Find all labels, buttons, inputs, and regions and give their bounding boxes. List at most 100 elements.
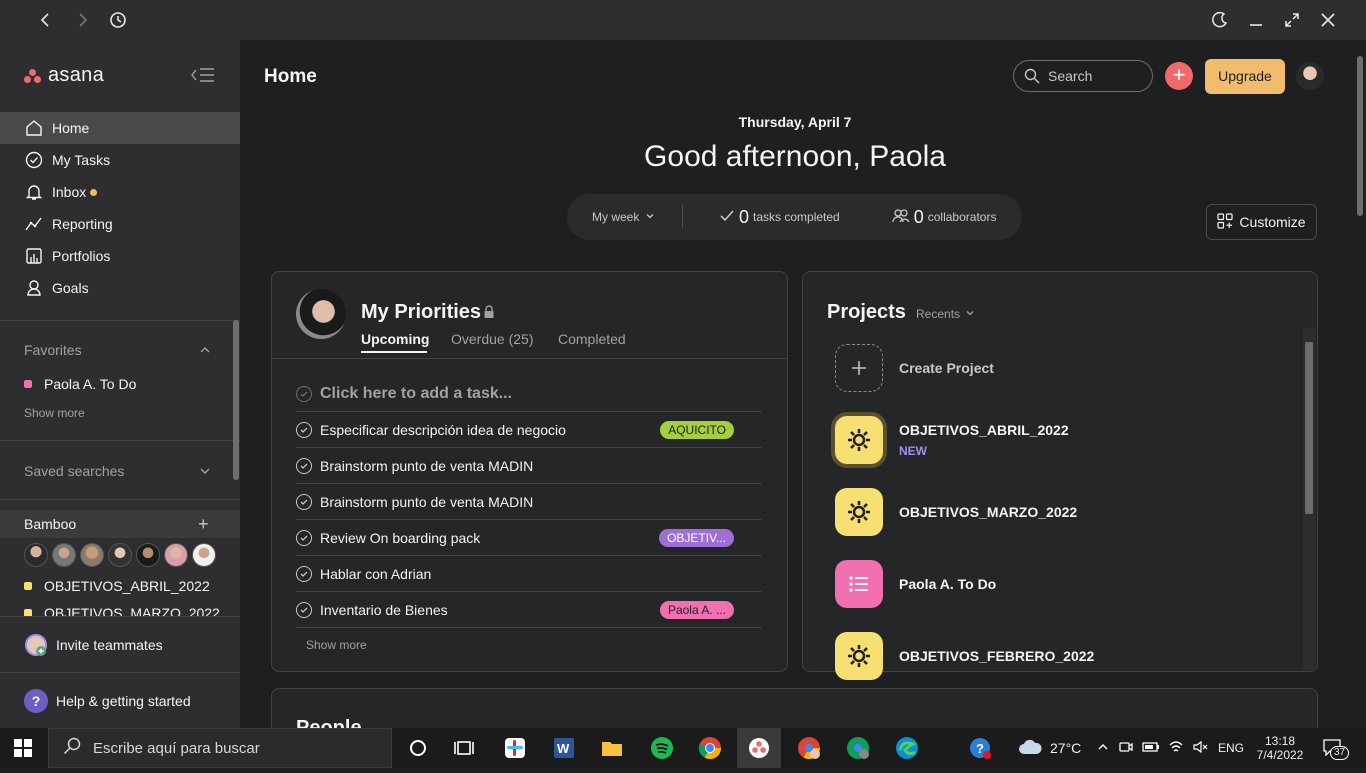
search-input[interactable]: Search (1013, 60, 1153, 92)
back-icon[interactable] (36, 10, 56, 30)
add-task-row[interactable]: Click here to add a task... (296, 376, 762, 412)
search-icon (1024, 68, 1040, 84)
nav-item-home[interactable]: Home (0, 112, 240, 144)
customize-button[interactable]: Customize (1206, 204, 1317, 240)
tab-upcoming[interactable]: Upcoming (361, 331, 429, 347)
tab-overdue[interactable]: Overdue (25) (451, 331, 533, 347)
logo-text: asana (48, 64, 104, 86)
spotify-icon[interactable] (650, 736, 674, 760)
collapse-sidebar-icon[interactable] (190, 66, 216, 84)
project-item[interactable]: OBJETIVOS_ABRIL_2022 NEW (835, 416, 1069, 464)
team-header[interactable]: Bamboo + (0, 510, 240, 538)
word-icon[interactable]: W (552, 736, 576, 760)
check-circle-icon[interactable] (296, 421, 312, 438)
help-tips-icon[interactable]: ? (968, 736, 992, 760)
avatar[interactable] (108, 543, 132, 567)
maximize-icon[interactable] (1282, 10, 1302, 30)
meet-now-icon[interactable] (1118, 739, 1134, 758)
scrollbar-thumb[interactable] (1357, 56, 1363, 216)
focus-mode-icon[interactable] (1210, 10, 1230, 30)
chrome-profile-icon[interactable] (846, 736, 870, 760)
language-indicator[interactable]: ENG (1218, 728, 1244, 768)
projects-scrollbar[interactable] (1303, 328, 1315, 670)
avatar[interactable] (192, 543, 216, 567)
chevron-up-icon[interactable] (198, 343, 212, 357)
project-item[interactable]: OBJETIVOS_FEBRERO_2022 (835, 632, 1094, 680)
cortana-icon[interactable] (406, 736, 430, 760)
nav-item-reporting[interactable]: Reporting (0, 208, 240, 240)
task-row[interactable]: Brainstorm punto de venta MADIN (296, 448, 762, 484)
edge-icon[interactable] (895, 736, 919, 760)
minimize-icon[interactable] (1246, 10, 1266, 30)
project-tag[interactable]: OBJETIV... (659, 529, 734, 547)
task-row[interactable]: Hablar con Adrian (296, 556, 762, 592)
nav-item-portfolios[interactable]: Portfolios (0, 240, 240, 272)
project-name: OBJETIVOS_ABRIL_2022 (899, 422, 1069, 438)
asana-taskbar-icon[interactable] (737, 728, 781, 768)
scrollbar-thumb[interactable] (1305, 342, 1313, 514)
asana-logo[interactable]: asana (24, 64, 104, 87)
chrome-profile-icon[interactable] (797, 736, 821, 760)
check-circle-icon[interactable] (296, 529, 312, 546)
task-row[interactable]: Especificar descripción idea de negocio … (296, 412, 762, 448)
nav-item-inbox[interactable]: Inbox (0, 176, 240, 208)
project-tag[interactable]: AQUICITO (660, 421, 734, 439)
upgrade-button[interactable]: Upgrade (1205, 59, 1285, 94)
task-row[interactable]: Brainstorm punto de venta MADIN (296, 484, 762, 520)
network-icon[interactable] (1168, 739, 1184, 758)
check-circle-icon[interactable] (296, 493, 312, 510)
nav-item-goals[interactable]: Goals (0, 272, 240, 304)
chevron-up-icon[interactable] (1096, 740, 1110, 757)
volume-muted-icon[interactable] (1192, 739, 1208, 758)
favorites-title[interactable]: Favorites (24, 342, 82, 358)
add-icon[interactable]: + (198, 514, 209, 535)
history-icon[interactable] (108, 10, 128, 30)
slack-icon[interactable] (503, 736, 527, 760)
check-circle-icon[interactable] (296, 457, 312, 474)
period-dropdown[interactable]: My week (567, 210, 682, 224)
avatar[interactable] (24, 543, 48, 567)
project-tag[interactable]: Paola A. ... (659, 601, 734, 619)
chevron-down-icon[interactable] (198, 464, 212, 478)
favorite-item[interactable]: Paola A. To Do (24, 376, 136, 392)
notifications-button[interactable]: 37 (1322, 728, 1350, 768)
collaborators-stat: 0 collaborators (892, 207, 996, 228)
forward-icon[interactable] (72, 10, 92, 30)
avatar[interactable] (80, 543, 104, 567)
tab-completed[interactable]: Completed (558, 331, 626, 347)
task-row[interactable]: Inventario de Bienes Paola A. ... (296, 592, 762, 628)
battery-icon[interactable] (1142, 740, 1160, 757)
page-title: Home (264, 66, 317, 87)
invite-teammates-button[interactable]: Invite teammates (0, 616, 240, 672)
project-item[interactable]: Paola A. To Do (835, 560, 996, 608)
help-button[interactable]: ? Help & getting started (0, 672, 240, 728)
file-explorer-icon[interactable] (600, 736, 624, 760)
check-circle-icon (296, 385, 312, 402)
sidebar-project-item[interactable]: OBJETIVOS_ABRIL_2022 (24, 578, 210, 594)
recents-dropdown[interactable]: Recents (916, 307, 975, 321)
favorites-show-more[interactable]: Show more (24, 406, 85, 420)
clock[interactable]: 13:18 7/4/2022 (1252, 728, 1308, 768)
taskbar-search-input[interactable]: Escribe aquí para buscar (48, 728, 392, 768)
main-content: Home Search + Upgrade Thursday, April 7 … (240, 40, 1366, 728)
chrome-icon[interactable] (698, 736, 722, 760)
avatar[interactable] (164, 543, 188, 567)
task-view-icon[interactable] (452, 736, 476, 760)
nav-item-my-tasks[interactable]: My Tasks (0, 144, 240, 176)
create-project-button[interactable]: Create Project (835, 344, 994, 392)
saved-searches-title[interactable]: Saved searches (24, 463, 124, 479)
check-circle-icon[interactable] (296, 601, 312, 618)
user-avatar[interactable] (1296, 62, 1324, 90)
tasks-show-more[interactable]: Show more (306, 638, 367, 652)
sidebar-scrollbar[interactable] (233, 320, 239, 480)
main-scrollbar[interactable] (1354, 40, 1366, 728)
avatar[interactable] (136, 543, 160, 567)
quick-add-button[interactable]: + (1165, 62, 1193, 90)
avatar[interactable] (52, 543, 76, 567)
close-icon[interactable] (1318, 10, 1338, 30)
project-item[interactable]: OBJETIVOS_MARZO_2022 (835, 488, 1077, 536)
check-circle-icon[interactable] (296, 565, 312, 582)
windows-start-icon[interactable] (14, 739, 32, 762)
weather-widget[interactable]: 27°C (1018, 728, 1081, 768)
task-row[interactable]: Review On boarding pack OBJETIV... (296, 520, 762, 556)
